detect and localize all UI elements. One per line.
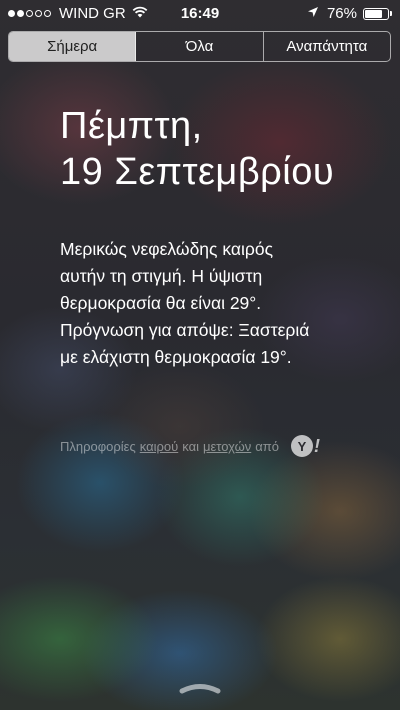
tab-all[interactable]: Όλα bbox=[136, 32, 264, 61]
tab-missed[interactable]: Αναπάντητα bbox=[264, 32, 390, 61]
summary-line: θερμοκρασία θα είναι 29°. bbox=[60, 293, 262, 313]
today-date: Πέμπτη, 19 Σεπτεμβρίου bbox=[60, 103, 334, 195]
weekday-label: Πέμπτη, bbox=[60, 105, 203, 147]
status-bar: WIND GR 16:49 76% bbox=[0, 0, 400, 28]
summary-line: Μερικώς νεφελώδης καιρός bbox=[60, 239, 273, 259]
status-right: 76% bbox=[307, 5, 392, 22]
summary-line: με ελάχιστη θερμοκρασία 19°. bbox=[60, 347, 292, 367]
location-arrow-icon bbox=[307, 5, 319, 22]
summary-line: αυτήν τη στιγμή. Η ύψιστη bbox=[60, 266, 263, 286]
tab-today[interactable]: Σήμερα bbox=[9, 32, 137, 61]
close-grabber-handle[interactable] bbox=[178, 680, 222, 694]
day-month-label: 19 Σεπτεμβρίου bbox=[60, 151, 335, 193]
yahoo-exclamation: ! bbox=[313, 435, 320, 456]
weather-link[interactable]: καιρού bbox=[140, 439, 178, 454]
stocks-link[interactable]: μετοχών bbox=[203, 439, 251, 454]
summary-line: Πρόγνωση για απόψε: Ξαστεριά bbox=[60, 320, 310, 340]
battery-icon bbox=[363, 7, 389, 20]
attribution-prefix: Πληροφορίες bbox=[60, 438, 136, 454]
yahoo-y-icon: Y bbox=[290, 435, 313, 457]
notification-center-tabs: Σήμερα Όλα Αναπάντητα bbox=[8, 31, 391, 62]
yahoo-logo[interactable]: Y ! bbox=[290, 435, 324, 457]
battery-cap bbox=[390, 11, 392, 16]
battery-fill bbox=[365, 9, 382, 18]
battery-percent: 76% bbox=[326, 5, 357, 22]
data-attribution: Πληροφορίες καιρού και μετοχών από Y ! bbox=[60, 435, 324, 457]
weather-summary: Μερικώς νεφελώδης καιρός αυτήν τη στιγμή… bbox=[60, 236, 380, 371]
attribution-and: και bbox=[182, 438, 199, 454]
attribution-suffix: από bbox=[255, 438, 279, 454]
